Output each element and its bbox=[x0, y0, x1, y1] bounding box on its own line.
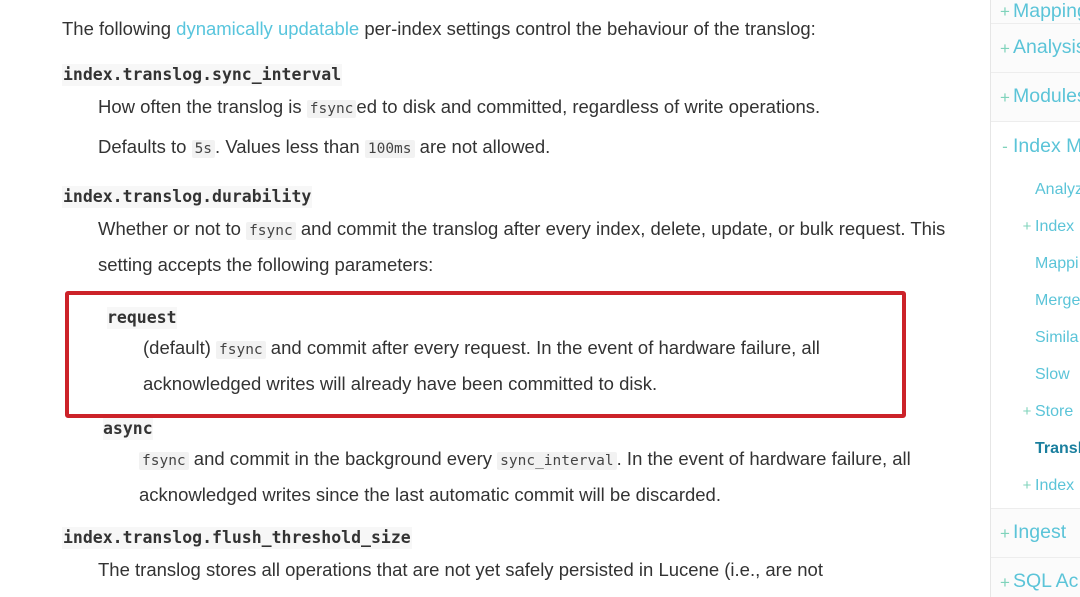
sidebar-item-label: Modules bbox=[1013, 87, 1080, 107]
text-fragment: The translog stores all operations that … bbox=[98, 559, 823, 580]
setting-durability-description: Whether or not to fsync and commit the t… bbox=[62, 208, 946, 281]
sidebar-item-mapping-sub[interactable]: Mappi bbox=[991, 245, 1080, 282]
sidebar-item-label: Index M bbox=[1013, 136, 1080, 157]
text-fragment: Whether or not to bbox=[98, 218, 247, 239]
sidebar-item-label: Ingest bbox=[1013, 523, 1067, 543]
setting-term: index.translog.sync_interval bbox=[62, 64, 343, 86]
sidebar-item-label: Index bbox=[1035, 218, 1075, 235]
text-fragment: . Values less than bbox=[215, 136, 365, 157]
text-fragment: are not allowed. bbox=[414, 136, 551, 157]
inline-code-fsync: fsync bbox=[306, 100, 357, 118]
sidebar-item-label: Simila bbox=[1035, 329, 1079, 346]
sidebar-item-sql-access[interactable]: + SQL Ac bbox=[991, 558, 1080, 597]
sidebar-item-store[interactable]: + Store bbox=[991, 393, 1080, 430]
sidebar-item-translog[interactable]: Transl bbox=[991, 430, 1080, 467]
setting-sync-interval: index.translog.sync_interval bbox=[62, 64, 946, 86]
text-fragment: and commit in the background every bbox=[188, 448, 498, 469]
sidebar-item-label: Analysis bbox=[1013, 38, 1080, 58]
plus-icon: + bbox=[1000, 572, 1010, 592]
setting-flush-threshold-size: index.translog.flush_threshold_size bbox=[62, 527, 946, 549]
documentation-page: The following dynamically updatable per-… bbox=[0, 0, 1080, 597]
sidebar-item-ingest[interactable]: + Ingest bbox=[991, 509, 1080, 558]
sidebar-item-index-sorting[interactable]: + Index bbox=[991, 208, 1080, 245]
sidebar-item-label: Merge bbox=[1035, 292, 1080, 309]
plus-icon: + bbox=[1022, 403, 1032, 420]
dynamically-updatable-link[interactable]: dynamically updatable bbox=[176, 18, 359, 39]
intro-paragraph: The following dynamically updatable per-… bbox=[62, 0, 946, 44]
option-async: async fsync and commit in the background… bbox=[62, 418, 946, 511]
inline-code-100ms: 100ms bbox=[364, 140, 415, 158]
sidebar-item-label: Store bbox=[1035, 403, 1074, 420]
inline-code-fsync: fsync bbox=[246, 222, 296, 240]
sidebar-item-similarity[interactable]: Simila bbox=[991, 319, 1080, 356]
setting-term: index.translog.flush_threshold_size bbox=[62, 527, 412, 549]
plus-icon: + bbox=[1000, 38, 1010, 58]
sidebar-item-label: Index bbox=[1035, 477, 1075, 494]
minus-icon: - bbox=[1002, 137, 1008, 156]
plus-icon: + bbox=[1000, 2, 1010, 21]
sidebar-item-mapping[interactable]: + Mapping bbox=[991, 0, 1080, 24]
sidebar-item-merge[interactable]: Merge bbox=[991, 282, 1080, 319]
setting-flush-threshold-description: The translog stores all operations that … bbox=[62, 549, 946, 586]
option-term-request: request bbox=[107, 307, 177, 329]
inline-code-fsync: fsync bbox=[216, 341, 266, 359]
sidebar-item-analyzer[interactable]: Analyz bbox=[991, 171, 1080, 208]
sidebar-item-label: Mappi bbox=[1035, 255, 1079, 272]
highlight-annotation-box: request (default) fsync and commit after… bbox=[65, 291, 906, 418]
text-fragment: ed to disk and committed, regardless of … bbox=[356, 96, 821, 117]
sidebar-item-label: Analyz bbox=[1035, 181, 1080, 198]
description-paragraph: Whether or not to fsync and commit the t… bbox=[98, 208, 946, 281]
plus-icon: + bbox=[1022, 477, 1032, 494]
option-description-request: (default) fsync and commit after every r… bbox=[107, 329, 888, 400]
plus-icon: + bbox=[1022, 218, 1032, 235]
sidebar-sublist-index-modules: Analyz + Index Mappi Merge Simila Slow +… bbox=[991, 171, 1080, 509]
sidebar-bottom-sections: + Ingest + SQL Ac bbox=[991, 509, 1080, 597]
option-term-async: async bbox=[103, 418, 153, 440]
sidebar-item-slowlog[interactable]: Slow bbox=[991, 356, 1080, 393]
text-fragment: Defaults to bbox=[98, 136, 192, 157]
intro-text-after: per-index settings control the behaviour… bbox=[359, 18, 816, 39]
sidebar-item-index-lifecycle[interactable]: + Index bbox=[991, 467, 1080, 504]
sidebar-item-label: SQL Ac bbox=[1013, 572, 1079, 592]
plus-icon: + bbox=[1000, 523, 1010, 543]
sidebar-item-modules[interactable]: + Modules bbox=[991, 73, 1080, 122]
option-description-async: fsync and commit in the background every… bbox=[103, 440, 946, 511]
main-content: The following dynamically updatable per-… bbox=[0, 0, 990, 597]
setting-sync-interval-description: How often the translog is fsync ed to dis… bbox=[62, 86, 946, 166]
sidebar-item-label: Mapping bbox=[1013, 1, 1080, 22]
description-paragraph: Defaults to 5s. Values less than 100ms a… bbox=[98, 126, 946, 166]
sidebar-item-analysis[interactable]: + Analysis bbox=[991, 24, 1080, 73]
sidebar-item-index-modules[interactable]: - Index M bbox=[991, 122, 1080, 171]
text-fragment: (default) bbox=[143, 337, 217, 358]
sidebar-item-label: Transl bbox=[1035, 440, 1080, 457]
inline-code-sync-interval: sync_interval bbox=[497, 452, 617, 470]
inline-code-5s: 5s bbox=[191, 140, 216, 158]
inline-code-fsync: fsync bbox=[139, 452, 189, 470]
sidebar-navigation: + Mapping + Analysis + Modules - Index M… bbox=[990, 0, 1080, 597]
setting-term: index.translog.durability bbox=[62, 186, 313, 208]
description-paragraph: The translog stores all operations that … bbox=[98, 549, 946, 586]
intro-text-before: The following bbox=[62, 18, 177, 39]
description-paragraph: How often the translog is fsync ed to dis… bbox=[98, 86, 946, 126]
plus-icon: + bbox=[1000, 87, 1010, 107]
text-fragment: How often the translog is bbox=[98, 96, 307, 117]
sidebar-item-label: Slow bbox=[1035, 366, 1070, 383]
setting-durability: index.translog.durability bbox=[62, 186, 946, 208]
